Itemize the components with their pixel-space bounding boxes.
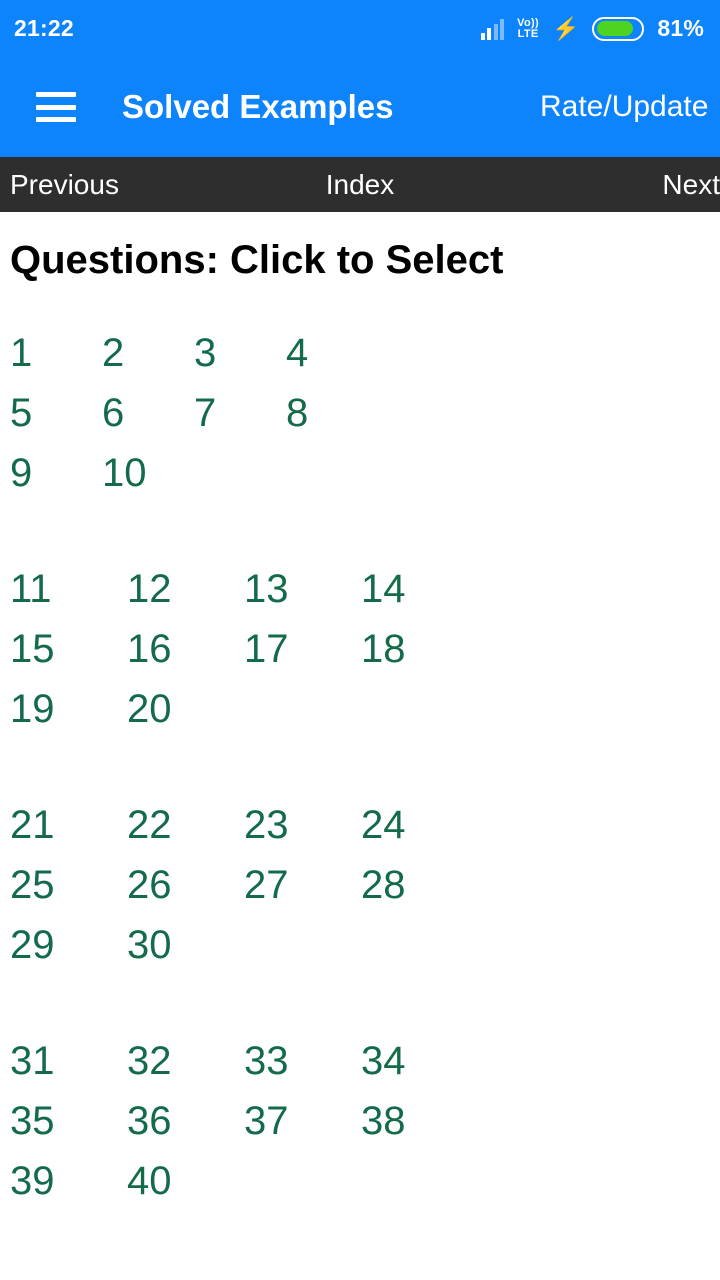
hamburger-menu-icon[interactable] [36,92,76,122]
question-link-35[interactable]: 35 [10,1091,127,1151]
question-link-4[interactable]: 4 [286,323,378,383]
question-link-33[interactable]: 33 [244,1031,361,1091]
question-link-12[interactable]: 12 [127,559,244,619]
battery-percent-label: 81% [657,15,704,41]
question-link-34[interactable]: 34 [361,1031,478,1091]
question-link-15[interactable]: 15 [10,619,127,679]
question-link-37[interactable]: 37 [244,1091,361,1151]
question-link-29[interactable]: 29 [10,915,127,975]
question-link-10[interactable]: 10 [102,443,219,503]
question-link-20[interactable]: 20 [127,679,244,739]
question-link-9[interactable]: 9 [10,443,102,503]
question-link-22[interactable]: 22 [127,795,244,855]
question-link-17[interactable]: 17 [244,619,361,679]
question-link-30[interactable]: 30 [127,915,244,975]
battery-icon [592,16,645,41]
question-link-18[interactable]: 18 [361,619,478,679]
question-link-31[interactable]: 31 [10,1031,127,1091]
question-row: 29 30 [10,915,720,975]
question-link-36[interactable]: 36 [127,1091,244,1151]
question-row: 5678 [10,383,720,443]
question-link-19[interactable]: 19 [10,679,127,739]
previous-button[interactable]: Previous [10,169,119,201]
question-group: 11 12 13 14 15 16 17 18 19 20 [10,559,720,739]
status-bar: 21:22 Vo)) LTE ⚡ 81% [0,0,720,57]
question-row: 9 10 [10,443,720,503]
question-link-6[interactable]: 6 [102,383,194,443]
index-button[interactable]: Index [326,169,395,201]
question-row: 35 36 37 38 [10,1091,720,1151]
question-link-8[interactable]: 8 [286,383,378,443]
question-row: 11 12 13 14 [10,559,720,619]
question-link-25[interactable]: 25 [10,855,127,915]
question-link-13[interactable]: 13 [244,559,361,619]
question-link-40[interactable]: 40 [127,1151,244,1211]
question-link-11[interactable]: 11 [10,559,127,619]
question-row: 21 22 23 24 [10,795,720,855]
content-area: Questions: Click to Select 1 2 3 4 5 6 7 8 9 10 11… [0,212,720,1211]
question-link-7[interactable]: 7 [194,383,286,443]
question-link-2[interactable]: 2 [102,323,194,383]
status-bar-clock: 21:22 [14,15,74,41]
navigation-bar: Previous Index Next [0,157,720,212]
question-row: 31 32 33 34 [10,1031,720,1091]
app-bar: Solved Examples Rate/Update [0,57,720,157]
question-group: 31 32 33 34 35 36 37 38 39 40 [10,1031,720,1211]
question-link-24[interactable]: 24 [361,795,478,855]
question-row: 39 40 [10,1151,720,1211]
question-row: 19 20 [10,679,720,739]
page-title: Questions: Click to Select [10,238,504,282]
question-link-39[interactable]: 39 [10,1151,127,1211]
question-group: 1 2 3 4 5 6 7 8 9 10 [10,323,720,503]
question-link-3[interactable]: 3 [194,323,286,383]
app-title: Solved Examples [122,88,394,125]
battery-fill [596,21,633,36]
status-bar-icons: Vo)) LTE ⚡ 81% [480,15,704,42]
rate-update-button[interactable]: Rate/Update [540,90,708,124]
question-link-14[interactable]: 14 [361,559,478,619]
question-link-1[interactable]: 1 [10,323,102,383]
signal-bars-icon [480,18,505,40]
charging-bolt-icon: ⚡ [551,15,580,41]
question-row: 1234 [10,323,720,383]
question-link-32[interactable]: 32 [127,1031,244,1091]
question-link-28[interactable]: 28 [361,855,478,915]
question-link-23[interactable]: 23 [244,795,361,855]
question-link-21[interactable]: 21 [10,795,127,855]
volte-top-label: Vo)) [517,16,539,29]
question-groups: 1 2 3 4 5 6 7 8 9 10 11 12 13 14 15 16 17 18 19 20 21 22 23 24 2… [10,323,720,1211]
volte-bottom-label: LTE [517,27,539,40]
question-row: 15 16 17 18 [10,619,720,679]
next-button[interactable]: Next [662,169,720,201]
volte-icon: Vo)) LTE [517,16,539,40]
question-link-5[interactable]: 5 [10,383,102,443]
question-row: 25 26 27 28 [10,855,720,915]
question-link-26[interactable]: 26 [127,855,244,915]
question-link-38[interactable]: 38 [361,1091,478,1151]
question-link-16[interactable]: 16 [127,619,244,679]
question-group: 21 22 23 24 25 26 27 28 29 30 [10,795,720,975]
question-link-27[interactable]: 27 [244,855,361,915]
